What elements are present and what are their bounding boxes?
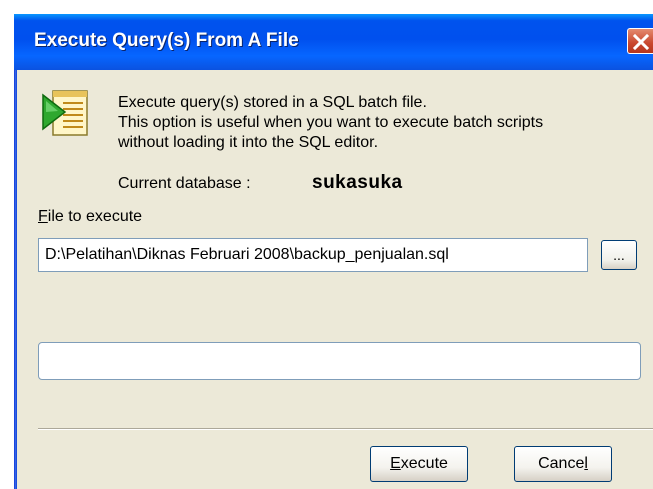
execute-label: xecute (400, 455, 448, 472)
file-label-text: ile to execute (47, 208, 143, 225)
cancel-accelerator: l (584, 455, 588, 472)
description-line-2: This option is useful when you want to e… (118, 114, 544, 131)
execute-button[interactable]: Execute (370, 446, 468, 482)
description-line-1: Execute query(s) stored in a SQL batch f… (118, 94, 427, 111)
execute-accelerator: E (390, 455, 401, 472)
close-button[interactable] (627, 28, 653, 54)
separator (38, 428, 653, 430)
current-database-value: sukasuka (312, 172, 403, 193)
current-database-label: Current database : (118, 175, 251, 192)
cancel-label: Cance (538, 455, 585, 472)
browse-button[interactable]: ... (601, 240, 637, 270)
title-bar[interactable]: Execute Query(s) From A File (14, 14, 653, 70)
file-to-execute-label: File to execute (38, 208, 142, 226)
window-title: Execute Query(s) From A File (34, 30, 299, 51)
sql-batch-file-icon (42, 90, 88, 136)
file-label-accelerator: F (38, 208, 48, 225)
file-path-input[interactable] (38, 238, 588, 272)
progress-bar (38, 342, 641, 380)
close-icon (632, 33, 650, 51)
cancel-button[interactable]: Cancel (514, 446, 612, 482)
description-text: Execute query(s) stored in a SQL batch f… (118, 93, 638, 153)
screenshot-canvas: Execute Query(s) From A File Execute que… (0, 0, 653, 489)
description-line-3: without loading it into the SQL editor. (118, 134, 379, 151)
